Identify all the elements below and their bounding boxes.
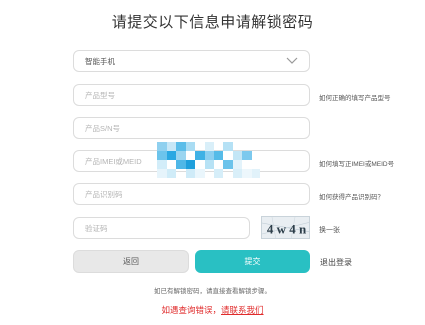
captcha-text: 4 w 4 n <box>267 222 307 237</box>
serial-input[interactable]: 产品S/N号 <box>73 117 310 139</box>
unlock-steps-note: 如已有解锁密码，请直接查看解锁步骤。 <box>154 288 271 295</box>
device-type-select[interactable]: 智能手机 <box>73 50 310 72</box>
product-id-placeholder: 产品识别码 <box>85 189 123 199</box>
logout-link[interactable]: 退出登录 <box>320 257 352 268</box>
serial-placeholder: 产品S/N号 <box>85 123 121 133</box>
device-type-value: 智能手机 <box>85 56 115 66</box>
model-placeholder: 产品型号 <box>85 90 115 100</box>
page-title: 请提交以下信息申请解锁密码 <box>111 14 314 31</box>
product-id-help-link[interactable]: 如何获得产品识别码？ <box>319 191 384 201</box>
contact-us-link[interactable]: 请联系我们 <box>221 305 264 315</box>
error-contact-line: 如遇查询错误，请联系我们 <box>0 304 425 316</box>
captcha-input[interactable]: 验证码 <box>73 217 250 239</box>
captcha-placeholder: 验证码 <box>85 223 108 233</box>
captcha-graphic: 4 w 4 n <box>262 217 309 238</box>
back-button-label: 返回 <box>123 257 139 266</box>
submit-button[interactable]: 提交 <box>195 250 310 273</box>
refresh-captcha-link[interactable]: 换一张 <box>319 225 340 235</box>
back-button[interactable]: 返回 <box>73 250 189 273</box>
model-input[interactable]: 产品型号 <box>73 84 310 106</box>
model-help-link[interactable]: 如何正确的填写产品型号 <box>319 92 391 102</box>
submit-button-label: 提交 <box>244 257 261 266</box>
captcha-image[interactable]: 4 w 4 n <box>261 216 310 239</box>
chevron-down-icon <box>286 57 298 64</box>
imei-placeholder: 产品IMEI或MEID <box>85 156 142 166</box>
product-id-input[interactable]: 产品识别码 <box>73 183 310 205</box>
error-prefix: 如遇查询错误， <box>161 305 221 315</box>
imei-help-link[interactable]: 如何填写正IMEI或MEID号 <box>319 158 394 168</box>
